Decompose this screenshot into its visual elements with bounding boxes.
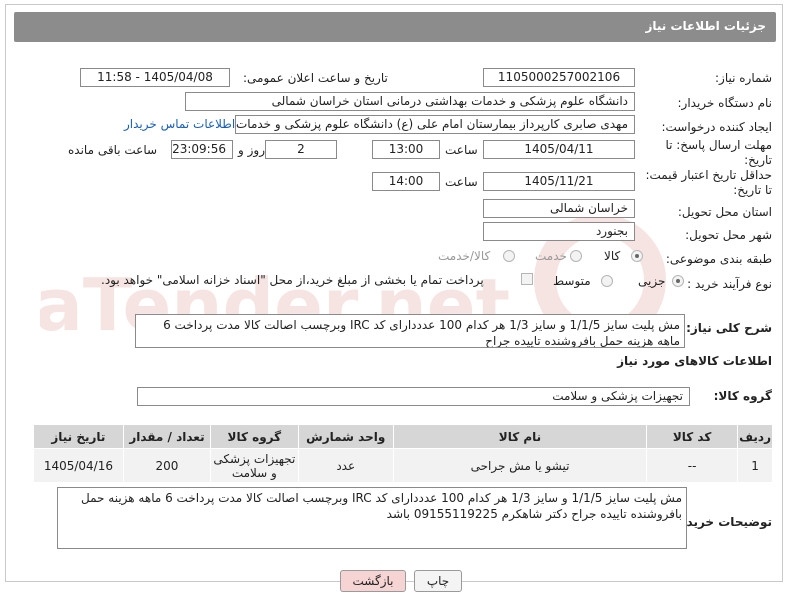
col-row: ردیف [737, 424, 773, 449]
print-button[interactable]: چاپ [414, 570, 462, 592]
panel-title: جزئیات اطلاعات نیاز [645, 19, 766, 33]
back-button[interactable]: بازگشت [340, 570, 406, 592]
buyer-notes-textarea[interactable]: مش پلیت سایز 1/1/5 و سایز 1/3 هر کدام 10… [57, 487, 687, 549]
col-qty: تعداد / مقدار [122, 424, 212, 449]
col-date: تاریخ نیاز [33, 424, 124, 449]
cell-unit: عدد [297, 448, 394, 483]
goods-group-label: گروه کالا: [713, 389, 772, 403]
province-field: خراسان شمالی [483, 199, 635, 218]
process-radio-medium[interactable] [601, 275, 613, 287]
category-radio-goods-service[interactable] [503, 250, 515, 262]
buyer-contact-link[interactable]: اطلاعات تماس خریدار [124, 117, 235, 131]
creator-field: مهدی صابری کارپرداز بیمارستان امام علی (… [235, 115, 635, 134]
table-header-row: ردیف کد کالا نام کالا واحد شمارش گروه کا… [33, 424, 773, 449]
goods-table: ردیف کد کالا نام کالا واحد شمارش گروه کا… [33, 424, 773, 483]
cell-date: 1405/04/16 [33, 448, 124, 483]
cell-row: 1 [737, 448, 773, 483]
deadline-date-field: 1405/04/11 [483, 140, 635, 159]
goods-section-title: اطلاعات کالاهای مورد نیاز [617, 354, 772, 368]
validity-time-label: ساعت [445, 175, 478, 189]
payment-note: پرداخت تمام یا بخشی از مبلغ خرید،از محل … [101, 273, 484, 287]
table-row: 1 -- تیشو یا مش جراحی عدد تجهیزات پزشکی … [33, 448, 773, 483]
process-radio-minor[interactable] [672, 275, 684, 287]
category-option-service: خدمت [535, 249, 567, 263]
deadline-label: مهلت ارسال پاسخ: تا تاریخ: [665, 138, 772, 167]
goods-group-field: تجهیزات پزشکی و سلامت [137, 387, 690, 406]
process-label: نوع فرآیند خرید : [687, 277, 772, 291]
category-radio-service[interactable] [570, 250, 582, 262]
category-option-goods-service: کالا/خدمت [438, 249, 491, 263]
panel-header: جزئیات اطلاعات نیاز [14, 12, 776, 42]
validity-time-field: 14:00 [372, 172, 440, 191]
deadline-days-field: 2 [265, 140, 337, 159]
buyer-field: دانشگاه علوم پزشکی و خدمات بهداشتی درمان… [185, 92, 635, 111]
cell-qty: 200 [122, 448, 212, 483]
payment-checkbox[interactable] [521, 273, 533, 285]
col-name: نام کالا [392, 424, 648, 449]
city-field: بجنورد [483, 222, 635, 241]
description-textarea[interactable]: مش پلیت سایز 1/1/5 و سایز 1/3 هر کدام 10… [135, 314, 685, 348]
process-option-medium: متوسط [553, 274, 591, 288]
buyer-label: نام دستگاه خریدار: [677, 96, 773, 110]
remaining-time-label: ساعت باقی مانده [68, 143, 158, 157]
validity-date-field: 1405/11/21 [483, 172, 635, 191]
remaining-time-field: 23:09:56 [171, 140, 233, 159]
announce-label: تاریخ و ساعت اعلان عمومی: [243, 71, 388, 85]
deadline-time-field: 13:00 [372, 140, 440, 159]
category-radio-goods[interactable] [631, 250, 643, 262]
need-number-field: 1105000257002106 [483, 68, 635, 87]
deadline-time-label: ساعت [445, 143, 478, 157]
creator-label: ایجاد کننده درخواست: [661, 120, 772, 134]
col-unit: واحد شمارش [297, 424, 394, 449]
validity-label: حداقل تاریخ اعتبار قیمت: تا تاریخ: [645, 168, 772, 197]
page: جزئیات اطلاعات نیاز AriaTender.net شماره… [0, 0, 788, 606]
announce-field: 1405/04/08 - 11:58 [80, 68, 230, 87]
cell-name: تیشو یا مش جراحی [392, 448, 648, 483]
col-code: کد کالا [646, 424, 739, 449]
category-label: طبقه بندی موضوعی: [665, 252, 772, 266]
description-label: شرح کلی نیاز: [686, 321, 772, 335]
cell-group: تجهیزات پزشکی و سلامت [210, 448, 299, 483]
need-number-label: شماره نیاز: [715, 71, 772, 85]
province-label: استان محل تحویل: [677, 205, 772, 219]
category-option-goods: کالا [604, 249, 621, 263]
process-option-minor: جزیی [638, 274, 666, 288]
col-group: گروه کالا [210, 424, 299, 449]
cell-code: -- [646, 448, 739, 483]
deadline-days-label: روز و [238, 143, 265, 157]
city-label: شهر محل تحویل: [685, 228, 772, 242]
